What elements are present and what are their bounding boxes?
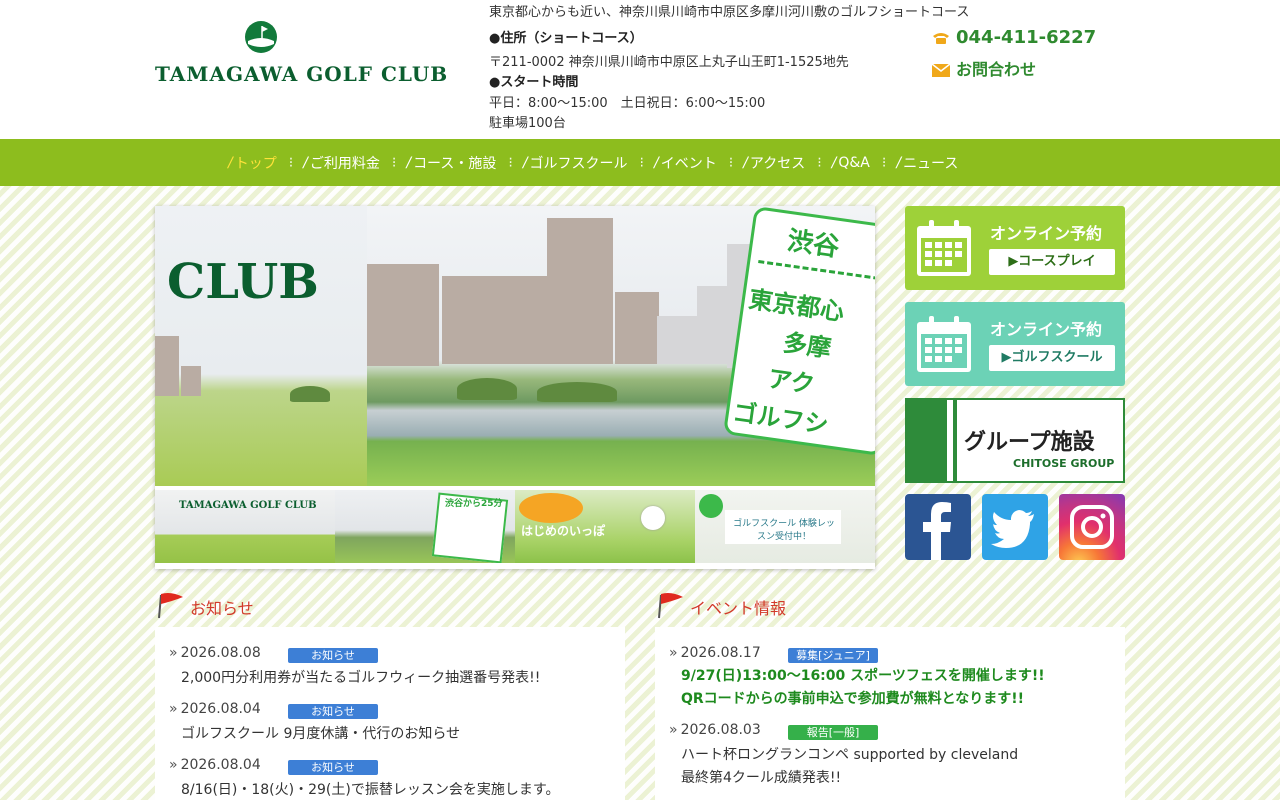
slide-left-image: CLUB [155, 206, 367, 486]
nav-item-top[interactable]: / トップ ⁝ [228, 153, 303, 173]
slash-icon: / [522, 154, 528, 171]
course-button-title: オンライン予約 [990, 224, 1103, 243]
facebook-icon[interactable] [905, 494, 971, 560]
course-button-sub: ▶コースプレイ [989, 249, 1115, 275]
parking-text: 駐車場100台 [489, 116, 566, 131]
phone-number: 044-411-6227 [956, 27, 1097, 48]
events-panel: 2026.08.17 募集[ジュニア] 9/27(日)13:00～16:00 ス… [655, 627, 1125, 800]
slash-icon: / [228, 154, 233, 171]
group-title: グループ施設 [964, 430, 1095, 455]
slider-thumb-2[interactable]: 渋谷から25分 [335, 490, 515, 563]
news-date: 2026.08.08 [169, 645, 261, 661]
group-facilities-banner[interactable]: グループ施設 CHITOSE GROUP [905, 398, 1125, 483]
nav-separator: ⁝ [728, 154, 734, 171]
calendar-icon [917, 316, 971, 372]
nav-separator: ⁝ [817, 154, 822, 171]
calendar-icon [917, 220, 971, 276]
news-badge: お知らせ [288, 704, 378, 719]
red-flag-icon [658, 593, 683, 619]
site-header: TAMAGAWA GOLF CLUB 東京都心からも近い、神奈川県川崎市中原区多… [0, 0, 1280, 139]
nav-item-course[interactable]: / コース・施設 ⁝ [406, 153, 522, 173]
news-date: 2026.08.04 [169, 701, 261, 717]
contact-label: お問合わせ [956, 60, 1037, 79]
event-date: 2026.08.03 [669, 722, 761, 738]
phone-link[interactable]: 044-411-6227 [932, 27, 1096, 48]
hero-slider[interactable]: CLUB 渋谷 東京都心 多摩 アク ゴルフシ TAMAGAWA GOLF CL… [155, 206, 875, 569]
slash-icon: / [831, 154, 837, 171]
site-logo[interactable]: TAMAGAWA GOLF CLUB [155, 20, 449, 90]
nav-separator: ⁝ [288, 154, 294, 171]
slider-thumbnails: TAMAGAWA GOLF CLUB 渋谷から25分 はじめのいっぽ ゴルフスク… [155, 490, 875, 563]
slash-icon: / [654, 154, 659, 171]
nav-item-news[interactable]: / ニュース [896, 153, 958, 173]
phone-icon [933, 33, 949, 44]
nav-item-pricing[interactable]: / ご利用料金 ⁝ [303, 153, 406, 173]
news-title[interactable]: 8/16(日)・18(火)・29(土)で振替レッスン会を実施します。 [181, 779, 559, 799]
slash-icon: / [303, 154, 308, 171]
club-title: CLUB [167, 254, 319, 310]
slider-thumb-3[interactable]: はじめのいっぽ [515, 490, 695, 563]
nav-item-event[interactable]: / イベント ⁝ [654, 153, 743, 173]
news-title[interactable]: ゴルフスクール 9月度休講・代行のお知らせ [181, 723, 460, 743]
school-button-sub: ▶ゴルフスクール [989, 345, 1115, 371]
address-text: 〒211-0002 神奈川県川崎市中原区上丸子山王町1-1525地先 [489, 55, 849, 70]
online-booking-course-button[interactable]: オンライン予約 ▶コースプレイ [905, 206, 1125, 290]
news-date: 2026.08.04 [169, 757, 261, 773]
event-title-line2[interactable]: 最終第4クール成績発表!! [681, 767, 841, 787]
logo-text: TAMAGAWA GOLF CLUB [155, 62, 449, 86]
nav-item-school[interactable]: / ゴルフスクール ⁝ [523, 153, 654, 173]
slash-icon: / [743, 154, 748, 171]
event-title[interactable]: 9/27(日)13:00～16:00 スポーツフェスを開催します!! [681, 665, 1045, 688]
slash-icon: / [406, 154, 412, 171]
hours-text: 平日：8:00～15:00 土日祝日：6:00～15:00 [489, 96, 766, 111]
nav-separator: ⁝ [639, 154, 645, 171]
twitter-icon[interactable] [982, 494, 1048, 560]
group-subtitle: CHITOSE GROUP [1013, 457, 1115, 470]
news-title[interactable]: 2,000円分利用券が当たるゴルフウィーク抽選番号発表!! [181, 667, 540, 687]
mail-icon [932, 64, 950, 77]
online-booking-school-button[interactable]: オンライン予約 ▶ゴルフスクール [905, 302, 1125, 386]
nav-separator: ⁝ [881, 154, 887, 171]
slash-icon: / [896, 154, 902, 171]
instagram-icon[interactable] [1059, 494, 1125, 560]
nav-item-qa[interactable]: / Q&A ⁝ [832, 155, 897, 171]
golf-flag-logo-icon [245, 21, 277, 53]
event-date: 2026.08.17 [669, 645, 761, 661]
address-label: ●住所（ショートコース） [489, 31, 643, 46]
red-flag-icon [158, 593, 183, 619]
event-badge: 募集[ジュニア] [788, 648, 878, 663]
news-badge: お知らせ [288, 648, 378, 663]
event-badge: 報告[一般] [788, 725, 878, 740]
hours-label: ●スタート時間 [489, 75, 579, 90]
nav-separator: ⁝ [391, 154, 397, 171]
nav-item-access[interactable]: / アクセス ⁝ [743, 153, 831, 173]
event-title[interactable]: ハート杯ロングランコンペ supported by cleveland [681, 744, 1018, 764]
news-panel: 2026.08.08 お知らせ 2,000円分利用券が当たるゴルフウィーク抽選番… [155, 627, 625, 800]
contact-link[interactable]: お問合わせ [932, 56, 1036, 80]
slider-thumb-4[interactable]: ゴルフスクール 体験レッスン受付中！ [695, 490, 875, 563]
slider-thumb-1[interactable]: TAMAGAWA GOLF CLUB [155, 490, 335, 563]
site-tagline: 東京都心からも近い、神奈川県川崎市中原区多摩川河川敷のゴルフショートコース [489, 5, 970, 20]
news-badge: お知らせ [288, 760, 378, 775]
nav-separator: ⁝ [508, 154, 513, 171]
main-nav: / トップ ⁝ / ご利用料金 ⁝ / コース・施設 ⁝ / ゴルフスクール ⁝ / イベント ⁝ … [0, 139, 1280, 186]
event-title-line2[interactable]: QRコードからの事前申込で参加費が無料となります!! [681, 688, 1024, 711]
school-button-title: オンライン予約 [990, 320, 1103, 339]
